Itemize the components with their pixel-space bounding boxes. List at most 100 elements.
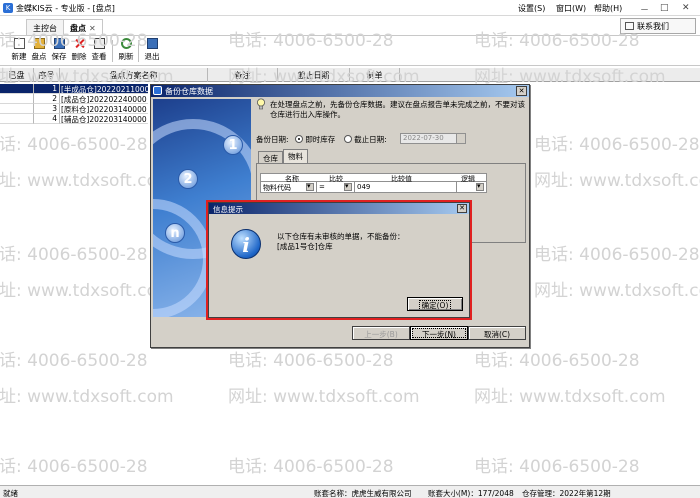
instant-stock-label: 即时库存 <box>305 135 336 144</box>
tab-main-console[interactable]: 主控台 <box>26 19 64 35</box>
monitor-icon <box>625 22 634 30</box>
delete-x-icon <box>74 38 85 49</box>
exit-button[interactable]: 退出 <box>142 38 162 62</box>
close-icon[interactable]: ✕ <box>516 86 527 96</box>
backup-hint-text: 在处理盘点之前，先备份仓库数据。建议在盘点报告单未完成之前，不要对该仓库进行出入… <box>270 100 525 119</box>
info-dialog-titlebar: 信息提示 ✕ <box>209 203 469 214</box>
index-cell: 4 <box>34 114 60 124</box>
table-row[interactable]: 4 [辅品仓]202203140000 <box>0 114 148 124</box>
menu-help[interactable]: 帮助(H) <box>594 3 622 14</box>
plan-name-cell: [半成品仓]202202110001 <box>60 84 148 94</box>
cutoff-date-label: 截止日期: <box>354 135 387 144</box>
cutoff-date-radio[interactable] <box>343 135 352 143</box>
chevron-down-icon[interactable] <box>344 182 352 191</box>
condition-table-header: 名称 比较 比较值 逻辑 <box>260 173 487 183</box>
backup-dialog-title: 备份仓库数据 <box>165 87 213 96</box>
backup-date-label: 备份日期: <box>256 135 289 144</box>
index-cell: 3 <box>34 104 60 114</box>
info-dialog-title: 信息提示 <box>213 205 243 214</box>
info-icon: i <box>231 229 261 259</box>
new-document-icon <box>13 38 25 49</box>
contact-us-label: 联系我们 <box>637 22 669 31</box>
table-row[interactable]: 3 [原料仓]202203140000 <box>0 104 148 114</box>
view-icon <box>93 38 105 49</box>
refresh-icon <box>120 38 132 49</box>
index-cell: 1 <box>34 84 60 94</box>
cutoff-date-field[interactable]: 2022-07-30 <box>400 133 466 144</box>
exit-label: 退出 <box>144 52 160 61</box>
condition-value-text: 049 <box>357 183 371 191</box>
info-message-line: [成品1号仓]仓库 <box>277 242 333 251</box>
info-message: 以下仓库有未审核的单据，不能备份： [成品1号仓]仓库 <box>277 232 405 252</box>
save-button[interactable]: 保存 <box>49 38 69 62</box>
backup-dialog-titlebar: 备份仓库数据 ✕ <box>151 85 529 97</box>
condition-name-cell[interactable]: 物料代码 <box>261 182 317 192</box>
exit-icon <box>146 38 158 49</box>
prev-step-button[interactable]: 上一步(B) <box>352 326 410 340</box>
table-row[interactable]: 1 [半成品仓]202202110001 <box>0 84 148 94</box>
step-two-icon: 2 <box>178 169 198 189</box>
tab-warehouse[interactable]: 仓库 <box>258 151 283 163</box>
delete-label: 删除 <box>71 52 87 61</box>
close-icon[interactable]: ✕ <box>682 3 690 13</box>
menu-settings[interactable]: 设置(S) <box>518 3 545 14</box>
title-bar: K 金蝶KIS云 - 专业版 - [盘点] 设置(S) 窗口(W) 帮助(H) … <box>0 0 700 16</box>
column-header-creator[interactable]: 制单 <box>350 68 400 82</box>
plan-name-cell: [原料仓]202203140000 <box>60 105 148 114</box>
delete-button[interactable]: 删除 <box>69 38 89 62</box>
chevron-down-icon[interactable] <box>456 134 465 143</box>
counted-cell <box>0 114 34 124</box>
backup-date-row: 备份日期: 即时库存 截止日期: <box>256 134 387 145</box>
menu-window[interactable]: 窗口(W) <box>556 3 586 14</box>
minimize-icon[interactable]: － <box>640 3 649 16</box>
cancel-button[interactable]: 取消(C) <box>468 326 526 340</box>
tab-close-icon[interactable]: ✕ <box>89 24 96 33</box>
condition-compare-cell[interactable]: = <box>317 182 355 192</box>
save-label: 保存 <box>51 52 67 61</box>
document-tabs: 主控台 盘点 ✕ 联系我们 <box>0 16 700 36</box>
toolbar-divider <box>112 40 113 62</box>
dialog-app-icon <box>153 86 162 95</box>
index-cell: 2 <box>34 94 60 104</box>
maximize-icon[interactable]: □ <box>660 3 669 13</box>
view-label: 查看 <box>91 52 107 61</box>
condition-compare-value: = <box>319 183 325 191</box>
counted-cell <box>0 84 34 94</box>
condition-value-cell[interactable]: 049 <box>355 182 457 192</box>
chevron-down-icon[interactable] <box>306 182 314 191</box>
next-step-button[interactable]: 下一步(N) <box>410 326 468 340</box>
chevron-down-icon[interactable] <box>476 182 484 191</box>
lightbulb-icon <box>257 98 265 110</box>
stocktake-button[interactable]: 盘点 <box>29 38 49 62</box>
table-row[interactable]: 2 [成品仓]202202240000 <box>0 94 148 104</box>
step-one-icon: 1 <box>223 135 243 155</box>
view-button[interactable]: 查看 <box>89 38 109 62</box>
contact-us-button[interactable]: 联系我们 <box>620 18 696 34</box>
cutoff-date-value: 2022-07-30 <box>403 134 444 142</box>
new-button[interactable]: 新建 <box>9 38 29 62</box>
tab-label: 主控台 <box>33 24 57 33</box>
tab-stocktake[interactable]: 盘点 ✕ <box>63 19 103 35</box>
step-n-icon: n <box>165 223 185 243</box>
tab-material[interactable]: 物料 <box>283 149 308 163</box>
column-header-cutoff-date[interactable]: 截止日期 <box>278 68 350 82</box>
column-header-counted[interactable]: 已盘 <box>0 68 34 82</box>
condition-logic-cell[interactable] <box>457 182 488 192</box>
condition-name-value: 物料代码 <box>263 184 291 192</box>
account-size: 账套大小(M)：177/2048 <box>428 489 514 498</box>
column-header-index[interactable]: 序号 <box>34 68 60 82</box>
column-header-remark[interactable]: 备注 <box>208 68 278 82</box>
folder-icon <box>33 38 45 49</box>
refresh-button[interactable]: 刷新 <box>116 38 136 62</box>
instant-stock-radio[interactable] <box>294 135 303 143</box>
status-text: 就绪 <box>3 489 18 498</box>
close-icon[interactable]: ✕ <box>457 204 467 213</box>
plan-name-cell: [辅品仓]202203140000 <box>60 115 148 124</box>
new-label: 新建 <box>11 52 27 61</box>
column-header-plan-name[interactable]: 盘点方案名称 <box>60 68 208 82</box>
ok-button[interactable]: 确定(O) <box>407 297 463 311</box>
refresh-label: 刷新 <box>118 52 134 61</box>
toolbar-divider <box>138 40 139 62</box>
ok-label: 确定(O) <box>418 300 452 311</box>
tab-label: 盘点 <box>70 24 86 33</box>
